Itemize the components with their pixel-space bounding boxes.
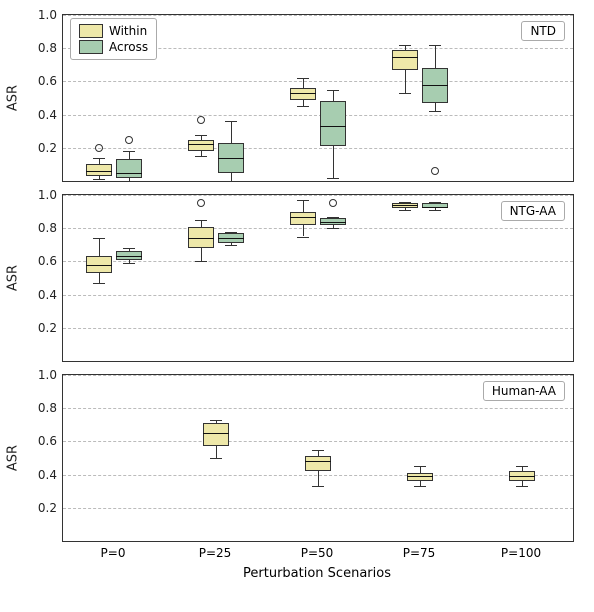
outlier-point: [431, 167, 439, 175]
x-axis-label: Perturbation Scenarios: [243, 566, 391, 581]
y-axis-label: ASR: [6, 85, 21, 111]
box-within: [290, 212, 316, 225]
box-across: [320, 101, 346, 146]
ytick-label: 0.2: [23, 501, 57, 515]
legend-item-across: Across: [79, 39, 148, 55]
outlier-point: [197, 116, 205, 124]
ytick-label: 0.8: [23, 401, 57, 415]
box-across: [116, 159, 142, 177]
ytick-label: 0.4: [23, 108, 57, 122]
ytick-label: 0.4: [23, 288, 57, 302]
box-within: [392, 50, 418, 70]
box-within: [203, 423, 229, 446]
y-axis-label: ASR: [6, 445, 21, 471]
panel-ntg: 0.20.40.60.81.0ASRNTG-AA: [62, 194, 574, 362]
outlier-point: [95, 144, 103, 152]
xtick-label: P=0: [101, 546, 126, 560]
legend-swatch-across: [79, 40, 103, 54]
legend-item-within: Within: [79, 23, 148, 39]
ytick-label: 0.6: [23, 254, 57, 268]
legend-label-within: Within: [109, 23, 147, 39]
y-axis-label: ASR: [6, 265, 21, 291]
xtick-label: P=25: [199, 546, 232, 560]
outlier-point: [125, 136, 133, 144]
legend-swatch-within: [79, 24, 103, 38]
outlier-point: [329, 199, 337, 207]
ytick-label: 0.6: [23, 74, 57, 88]
x-axis: P=0 P=25 P=50 P=75 P=100 Perturbation Scenari…: [62, 540, 572, 580]
panel-label: Human-AA: [483, 381, 565, 401]
ytick-label: 0.4: [23, 468, 57, 482]
ytick-label: 0.2: [23, 321, 57, 335]
panel-human: 0.20.40.60.81.0ASRHuman-AA: [62, 374, 574, 542]
ytick-label: 0.8: [23, 41, 57, 55]
ytick-label: 0.2: [23, 141, 57, 155]
boxplot-figure: Within Across 0.20.40.60.81.0ASRNTD 0.20…: [0, 0, 594, 612]
xtick-label: P=75: [403, 546, 436, 560]
ytick-label: 1.0: [23, 188, 57, 202]
panel-label: NTG-AA: [501, 201, 565, 221]
ytick-label: 1.0: [23, 8, 57, 22]
xtick-label: P=100: [501, 546, 541, 560]
legend-label-across: Across: [109, 39, 148, 55]
panel-label: NTD: [521, 21, 565, 41]
outlier-point: [197, 199, 205, 207]
box-within: [305, 456, 331, 471]
ytick-label: 0.8: [23, 221, 57, 235]
ytick-label: 0.6: [23, 434, 57, 448]
legend: Within Across: [70, 18, 157, 60]
xtick-label: P=50: [301, 546, 334, 560]
ytick-label: 1.0: [23, 368, 57, 382]
